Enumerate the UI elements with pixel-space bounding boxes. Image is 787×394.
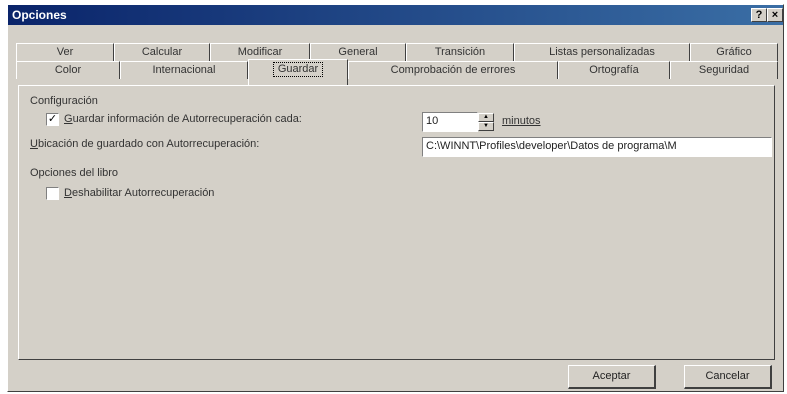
window-title: Opciones [12,8,67,22]
tab-label: Ver [56,46,74,58]
minutes-spinner[interactable]: ▲ ▼ [478,113,494,131]
tab-label: General [338,46,378,58]
location-label: Ubicación de guardado con Autorrecuperac… [30,138,259,150]
tab-label: Guardar [272,62,324,77]
tab-listas-personalizadas[interactable]: Listas personalizadas [514,43,690,61]
disable-autorecover-label: Deshabilitar Autorrecuperación [64,187,214,199]
tab-grafico[interactable]: Gráfico [690,43,778,61]
accesskey: D [64,187,72,199]
tab-label: Calcular [141,46,183,58]
tab-color[interactable]: Color [16,61,120,79]
tab-transicion[interactable]: Transición [406,43,514,61]
autosave-label: Guardar información de Autorrecuperación… [64,113,302,125]
tab-label: Gráfico [716,46,752,58]
minutes-label: minutos [502,115,541,127]
tab-guardar[interactable]: Guardar [248,59,348,86]
tab-label: Modificar [237,46,283,58]
close-button[interactable]: × [767,8,783,22]
spin-down-icon[interactable]: ▼ [478,122,494,131]
tab-comprobacion-errores[interactable]: Comprobación de errores [348,61,558,79]
help-button[interactable]: ? [751,8,767,22]
tab-label: Listas personalizadas [549,46,655,58]
checkmark-icon: ✓ [47,113,58,125]
label-text: bicación de guardado con Autorrecuperaci… [37,138,260,150]
tab-seguridad[interactable]: Seguridad [670,61,778,79]
section-opciones-libro: Opciones del libro [30,167,119,179]
tab-calcular[interactable]: Calcular [114,43,210,61]
label-text: eshabilitar Autorrecuperación [71,187,215,199]
autosave-minutes-input[interactable]: 10 [422,112,478,132]
tab-panel-guardar [18,85,775,360]
autosave-location-input[interactable]: C:\WINNT\Profiles\developer\Datos de pro… [422,137,772,157]
disable-autorecover-checkbox[interactable] [46,187,59,200]
label-text: uardar información de Autorrecuperación … [72,113,302,125]
cancel-button[interactable]: Cancelar [684,365,772,389]
tab-label: Ortografía [589,64,639,76]
tab-label: Transición [434,46,486,58]
options-dialog: Opciones ? × Ver Calcular Modificar Gene… [7,4,784,392]
tab-label: Color [54,64,82,76]
tab-ver[interactable]: Ver [16,43,114,61]
accesskey: U [30,138,38,150]
tab-ortografia[interactable]: Ortografía [558,61,670,79]
spin-up-icon[interactable]: ▲ [478,113,494,122]
tab-internacional[interactable]: Internacional [120,61,248,79]
tab-label: Comprobación de errores [390,64,516,76]
accesskey: G [64,113,73,125]
close-icon: × [771,9,779,21]
title-bar: Opciones ? × [8,5,783,25]
help-icon: ? [755,9,763,21]
accept-button[interactable]: Aceptar [568,365,656,389]
autosave-checkbox[interactable]: ✓ [46,113,59,126]
tab-label: Seguridad [698,64,750,76]
tab-label: Internacional [152,64,216,76]
section-configuracion: Configuración [30,95,98,107]
